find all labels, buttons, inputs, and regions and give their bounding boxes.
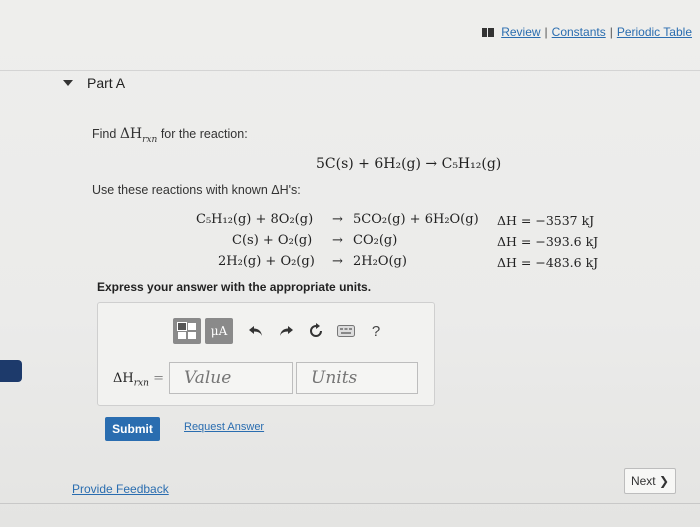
prompt-text: Find: [92, 127, 117, 141]
label-symbol: ΔH: [113, 371, 134, 386]
separator: |: [544, 25, 548, 39]
next-label: Next: [630, 474, 656, 488]
reaction-2-arrow: →: [332, 233, 343, 248]
submit-button[interactable]: Submit: [105, 417, 160, 441]
prompt-sub: rxn: [142, 134, 158, 145]
reaction-1-dh: ΔH = −3537 kJ: [497, 213, 595, 228]
review-icon: [482, 27, 495, 37]
reaction-3-dh: ΔH = −483.6 kJ: [497, 255, 599, 270]
header-links: Review | Constants | Periodic Table: [482, 25, 692, 39]
undo-icon[interactable]: [245, 320, 267, 342]
use-reactions-text: Use these reactions with known ΔH's:: [92, 183, 301, 197]
request-answer-link[interactable]: Request Answer: [184, 421, 264, 433]
constants-link[interactable]: Constants: [552, 25, 606, 39]
label-sub: rxn: [133, 378, 149, 389]
main-reaction: 5C(s) + 6H₂(g) → C₅H₁₂(g): [316, 156, 502, 172]
keyboard-icon[interactable]: [335, 320, 357, 342]
reaction-2-lhs: C(s) + O₂(g): [232, 233, 313, 248]
provide-feedback-link[interactable]: Provide Feedback: [72, 482, 169, 496]
reaction-2-rhs: CO₂(g): [353, 233, 398, 248]
reaction-3-arrow: →: [332, 254, 343, 269]
value-input[interactable]: [169, 362, 293, 394]
prompt-tail: for the reaction:: [160, 127, 248, 141]
header-divider: [0, 70, 700, 71]
prompt-symbol: ΔH: [119, 126, 143, 142]
redo-icon[interactable]: [275, 320, 297, 342]
periodic-table-link[interactable]: Periodic Table: [617, 25, 692, 39]
help-icon[interactable]: ?: [365, 320, 387, 342]
page: Review | Constants | Periodic Table Part…: [0, 0, 700, 527]
reaction-1-rhs: 5CO₂(g) + 6H₂O(g): [353, 212, 479, 227]
reaction-1-arrow: →: [332, 212, 343, 227]
template-grid-icon: [177, 322, 196, 339]
reaction-3-lhs: 2H₂(g) + O₂(g): [218, 254, 315, 269]
next-arrow-icon: ❯: [658, 474, 670, 488]
template-button[interactable]: [173, 318, 201, 344]
delta-h-rxn-label: ΔHrxn =: [113, 371, 164, 389]
side-tab[interactable]: [0, 360, 22, 382]
reset-icon[interactable]: [305, 320, 327, 342]
next-button[interactable]: Next ❯: [624, 468, 676, 494]
label-equals: =: [153, 371, 164, 386]
answer-toolbar: μA ?: [173, 318, 387, 344]
reaction-2-dh: ΔH = −393.6 kJ: [497, 234, 599, 249]
part-a-header[interactable]: Part A: [63, 75, 125, 91]
units-input[interactable]: [296, 362, 418, 394]
review-link[interactable]: Review: [501, 25, 540, 39]
reaction-3-rhs: 2H₂O(g): [353, 254, 407, 269]
delta-h-symbol: ΔHrxn: [119, 126, 158, 145]
footer-divider: [0, 503, 700, 504]
units-button[interactable]: μA: [205, 318, 233, 344]
answer-instructions: Express your answer with the appropriate…: [97, 280, 372, 294]
collapse-caret-icon[interactable]: [63, 80, 73, 86]
separator: |: [609, 25, 613, 39]
part-title: Part A: [87, 75, 126, 91]
reaction-1-lhs: C₅H₁₂(g) + 8O₂(g): [196, 212, 314, 227]
question-prompt: Find ΔHrxn for the reaction:: [92, 126, 248, 145]
